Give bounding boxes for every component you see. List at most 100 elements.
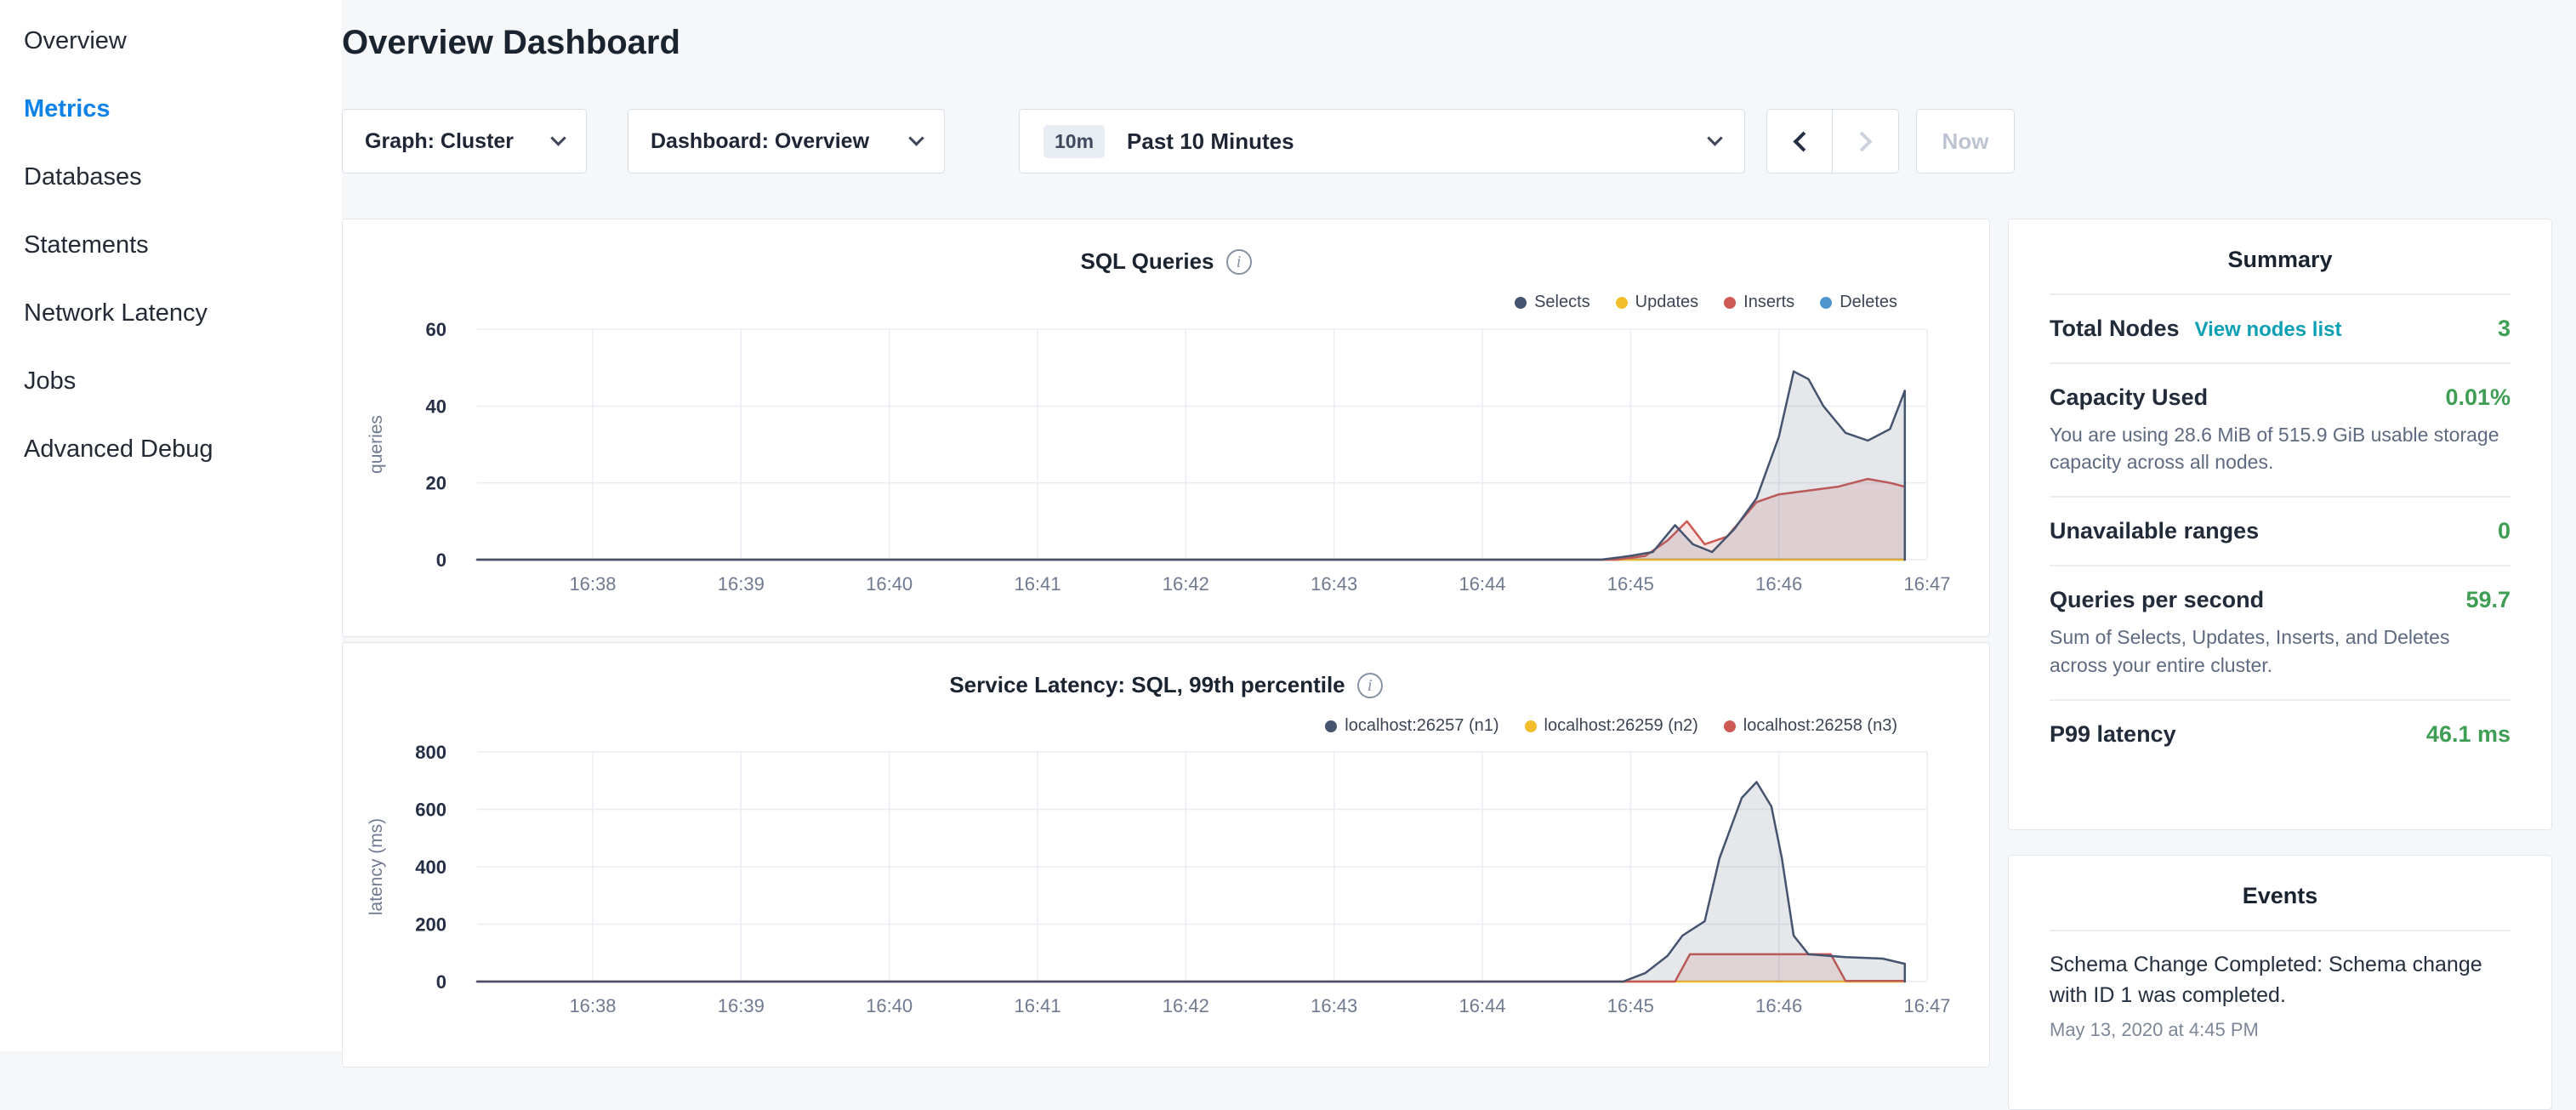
chart-header: SQL Queries (343, 248, 1989, 275)
svg-text:200: 200 (415, 914, 446, 936)
time-pager (1766, 109, 1900, 174)
summary-label: Queries per second (2050, 587, 2264, 613)
legend-label: Inserts (1743, 293, 1794, 312)
controls-bar: Graph: Cluster Dashboard: Overview 10m P… (342, 109, 1992, 174)
legend-label: Updates (1635, 293, 1699, 312)
summary-label: Total Nodes (2050, 316, 2180, 342)
legend-label: localhost:26258 (n3) (1743, 716, 1897, 736)
svg-text:60: 60 (426, 319, 446, 340)
svg-text:16:46: 16:46 (1755, 573, 1802, 595)
svg-text:16:45: 16:45 (1607, 573, 1654, 595)
summary-description: Sum of Selects, Updates, Inserts, and De… (2050, 623, 2511, 678)
sidebar-item-statements[interactable]: Statements (0, 211, 342, 279)
svg-text:400: 400 (415, 857, 446, 878)
legend-label: Deletes (1840, 293, 1897, 312)
svg-text:0: 0 (436, 549, 446, 571)
summary-value: 59.7 (2465, 587, 2511, 613)
time-range-picker[interactable]: 10m Past 10 Minutes (1019, 109, 1745, 174)
now-button[interactable]: Now (1916, 109, 2015, 174)
legend-dot-icon (1724, 720, 1736, 732)
svg-text:16:46: 16:46 (1755, 995, 1802, 1016)
chevron-down-icon (550, 130, 566, 145)
legend-dot-icon (1515, 297, 1527, 309)
chart-title: Service Latency: SQL, 99th percentile (949, 672, 1345, 698)
svg-text:16:42: 16:42 (1163, 573, 1209, 595)
svg-text:800: 800 (415, 742, 446, 763)
time-range-badge: 10m (1043, 125, 1105, 158)
summary-row-p99-latency: P99 latency 46.1 ms (2050, 699, 2511, 768)
summary-label: Capacity Used (2050, 384, 2208, 411)
chart-title: SQL Queries (1080, 248, 1214, 275)
dashboard-dropdown[interactable]: Dashboard: Overview (628, 109, 945, 174)
info-icon[interactable] (1357, 673, 1383, 698)
legend-item-n2[interactable]: localhost:26259 (n2) (1525, 716, 1698, 736)
svg-text:16:40: 16:40 (866, 573, 913, 595)
svg-text:20: 20 (426, 473, 446, 494)
events-list: Schema Change Completed: Schema change w… (2050, 930, 2511, 1041)
info-icon[interactable] (1226, 249, 1252, 275)
events-panel: Events Schema Change Completed: Schema c… (2008, 855, 2552, 1110)
sidebar-item-metrics[interactable]: Metrics (0, 75, 342, 143)
svg-text:16:44: 16:44 (1459, 573, 1505, 595)
sql-queries-chart[interactable]: 020406016:3816:3916:4016:4116:4216:4316:… (343, 219, 1991, 638)
time-forward-button[interactable] (1833, 109, 1899, 174)
sidebar-item-overview[interactable]: Overview (0, 7, 342, 75)
svg-text:16:38: 16:38 (569, 573, 616, 595)
svg-text:16:42: 16:42 (1163, 995, 1209, 1016)
graph-dropdown[interactable]: Graph: Cluster (342, 109, 587, 174)
summary-row-total-nodes: Total Nodes View nodes list 3 (2050, 293, 2511, 362)
sidebar-item-advanced-debug[interactable]: Advanced Debug (0, 415, 342, 483)
sidebar-item-jobs[interactable]: Jobs (0, 347, 342, 415)
legend-item-selects[interactable]: Selects (1515, 293, 1590, 312)
svg-text:16:45: 16:45 (1607, 995, 1654, 1016)
legend-item-inserts[interactable]: Inserts (1724, 293, 1794, 312)
chevron-left-icon (1793, 131, 1813, 151)
legend-item-updates[interactable]: Updates (1616, 293, 1699, 312)
summary-value: 46.1 ms (2426, 721, 2511, 748)
sql-queries-chart-card: 020406016:3816:3916:4016:4116:4216:4316:… (342, 219, 1990, 637)
dashboard-dropdown-label: Dashboard: Overview (651, 129, 869, 154)
sidebar-item-network-latency[interactable]: Network Latency (0, 279, 342, 347)
legend-label: localhost:26259 (n2) (1544, 716, 1698, 736)
legend-item-deletes[interactable]: Deletes (1820, 293, 1897, 312)
svg-text:0: 0 (436, 971, 446, 993)
legend-item-n1[interactable]: localhost:26257 (n1) (1325, 716, 1498, 736)
legend-label: localhost:26257 (n1) (1345, 716, 1498, 736)
legend-item-n3[interactable]: localhost:26258 (n3) (1724, 716, 1897, 736)
chevron-down-icon (908, 130, 924, 145)
time-back-button[interactable] (1766, 109, 1833, 174)
svg-text:queries: queries (367, 415, 386, 474)
view-nodes-list-link[interactable]: View nodes list (2195, 318, 2342, 342)
legend-dot-icon (1325, 720, 1337, 732)
summary-value: 0.01% (2445, 384, 2511, 411)
summary-label: P99 latency (2050, 721, 2176, 748)
svg-text:16:43: 16:43 (1311, 995, 1357, 1016)
main-content: Overview Dashboard Graph: Cluster Dashbo… (342, 0, 1992, 1051)
summary-value: 0 (2498, 518, 2511, 544)
summary-value: 3 (2498, 316, 2511, 342)
svg-text:16:41: 16:41 (1014, 995, 1061, 1016)
summary-title: Summary (2050, 247, 2511, 273)
page-title: Overview Dashboard (342, 24, 680, 62)
svg-text:16:44: 16:44 (1459, 995, 1505, 1016)
event-item[interactable]: Schema Change Completed: Schema change w… (2050, 950, 2511, 1041)
svg-text:16:40: 16:40 (866, 995, 913, 1016)
svg-text:latency (ms): latency (ms) (367, 818, 386, 915)
svg-text:16:41: 16:41 (1014, 573, 1061, 595)
events-title: Events (2050, 883, 2511, 909)
svg-text:16:39: 16:39 (718, 995, 765, 1016)
sidebar: Overview Metrics Databases Statements Ne… (0, 0, 342, 1051)
svg-text:16:39: 16:39 (718, 573, 765, 595)
chart-legend: Selects Updates Inserts Deletes (1515, 293, 1897, 312)
summary-row-queries-per-second: Queries per second 59.7 Sum of Selects, … (2050, 565, 2511, 698)
summary-label: Unavailable ranges (2050, 518, 2259, 544)
sidebar-item-databases[interactable]: Databases (0, 143, 342, 211)
summary-panel: Summary Total Nodes View nodes list 3 Ca… (2008, 219, 2552, 830)
time-range-label: Past 10 Minutes (1127, 128, 1294, 155)
svg-text:600: 600 (415, 800, 446, 821)
legend-dot-icon (1820, 297, 1832, 309)
service-latency-chart[interactable]: 0 200 400 600 800 16:38 16:39 16:40 16:41 16:42 16… (343, 643, 1991, 1067)
summary-description: You are using 28.6 MiB of 515.9 GiB usab… (2050, 421, 2511, 475)
chart-header: Service Latency: SQL, 99th percentile (343, 672, 1989, 698)
svg-text:16:38: 16:38 (569, 995, 616, 1016)
